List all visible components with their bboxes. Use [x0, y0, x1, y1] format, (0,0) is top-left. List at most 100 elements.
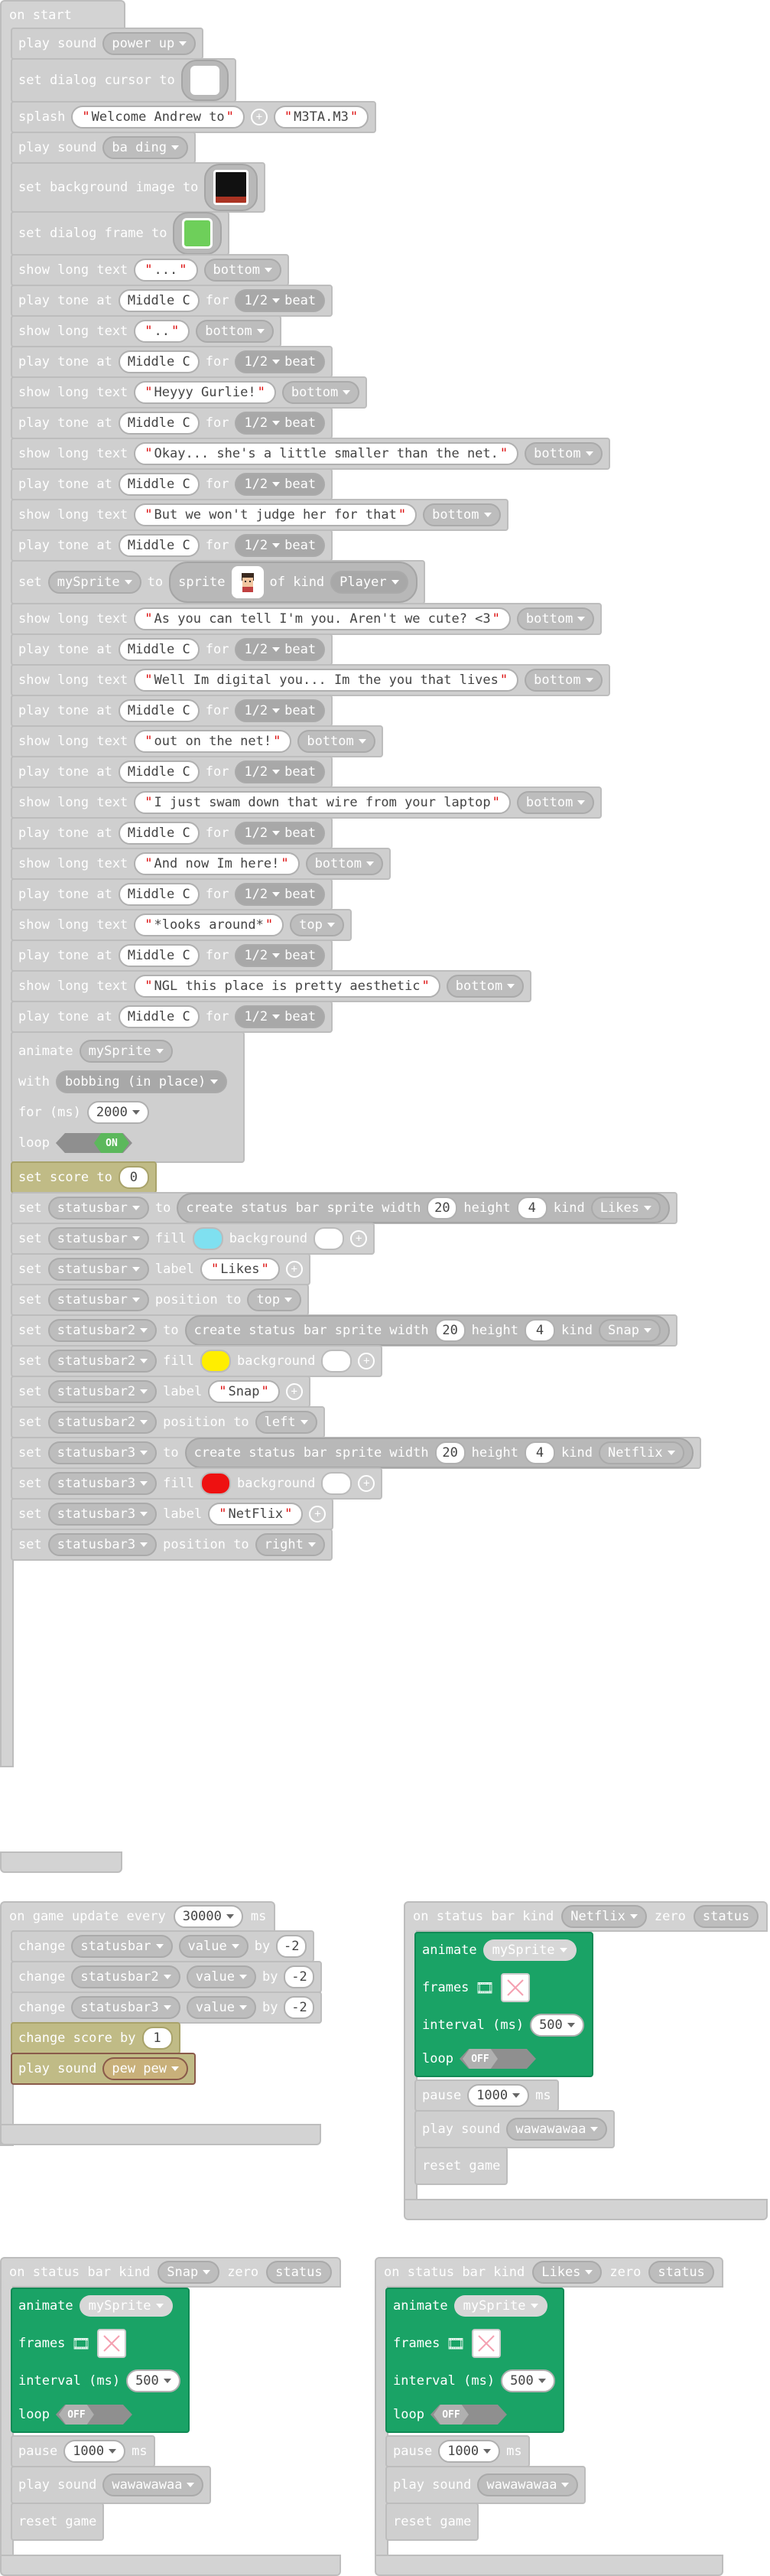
pause-block[interactable]: pause 1000 ms — [11, 2435, 155, 2467]
status-bar-zero-event[interactable]: on status bar kind Netflix zero status — [404, 1901, 768, 1932]
on-start-event[interactable]: on start — [0, 0, 125, 31]
game-update-hat[interactable]: on game update every 30000 ms — [0, 1901, 276, 1932]
animate-frames-block[interactable]: animate mySprite frames 🎞 interval (ms) 50… — [385, 2288, 564, 2433]
beat-dropdown[interactable]: 1/2 beat — [235, 638, 326, 661]
splash-text-2[interactable]: " M3TA.M3 " — [273, 106, 369, 129]
variable-dropdown[interactable]: statusbar2 — [47, 1411, 158, 1434]
position-dropdown[interactable]: bottom — [525, 669, 603, 692]
animate-block[interactable]: animate mySprite with bobbing (in place)… — [11, 1031, 245, 1163]
show-long-text-block[interactable]: show long text " out on the net! " bottom — [11, 725, 383, 757]
position-dropdown[interactable]: bottom — [281, 381, 360, 404]
animate-frames-block[interactable]: animate mySprite frames 🎞 interval (ms) 50… — [414, 1932, 593, 2077]
show-long-text-block[interactable]: show long text " But we won't judge her f… — [11, 499, 508, 531]
sound-dropdown[interactable]: power up — [102, 32, 197, 55]
note-value[interactable]: Middle C — [118, 944, 200, 967]
variable-dropdown[interactable]: statusbar3 — [47, 1533, 158, 1556]
position-dropdown[interactable]: right — [255, 1533, 325, 1556]
long-text-value[interactable]: " Heyyy Gurlie! " — [134, 381, 276, 404]
field-dropdown[interactable]: value — [178, 1935, 249, 1958]
long-text-value[interactable]: " I just swam down that wire from your la… — [134, 791, 511, 814]
status-bar-zero-event[interactable]: on status bar kind Snap zero status — [0, 2257, 341, 2288]
add-icon[interactable]: + — [250, 109, 268, 125]
status-bar-label-block[interactable]: set statusbar2 label " Snap " + — [11, 1376, 310, 1408]
play-tone-block[interactable]: play tone at Middle C for 1/2 beat — [11, 468, 333, 500]
play-tone-block[interactable]: play tone at Middle C for 1/2 beat — [11, 1001, 333, 1033]
position-dropdown[interactable]: bottom — [516, 791, 595, 814]
play-sound-block[interactable]: play sound wawawawaa — [11, 2466, 212, 2504]
beat-dropdown[interactable]: 1/2 beat — [235, 944, 326, 967]
add-icon[interactable]: + — [350, 1230, 368, 1247]
variable-dropdown[interactable]: statusbar2 — [47, 1319, 158, 1342]
play-tone-block[interactable]: play tone at Middle C for 1/2 beat — [11, 529, 333, 562]
sprite-dropdown[interactable]: mySprite — [79, 1040, 173, 1063]
play-tone-block[interactable]: play tone at Middle C for 1/2 beat — [11, 633, 333, 666]
pause-dropdown[interactable]: 1000 — [63, 2440, 126, 2463]
width-value[interactable]: 20 — [434, 1441, 466, 1464]
sound-dropdown[interactable]: ba ding — [102, 136, 189, 159]
note-value[interactable]: Middle C — [118, 350, 200, 373]
kind-dropdown[interactable]: Likes — [590, 1197, 661, 1220]
beat-dropdown[interactable]: 1/2 beat — [235, 1005, 326, 1028]
status-bar-position-block[interactable]: set statusbar2 position to left — [11, 1406, 325, 1438]
interval-dropdown[interactable]: 30000 — [173, 1905, 243, 1928]
variable-dropdown[interactable]: statusbar — [47, 1227, 149, 1250]
height-value[interactable]: 4 — [525, 1441, 556, 1464]
long-text-value[interactable]: " *looks around* " — [134, 913, 284, 936]
position-dropdown[interactable]: bottom — [516, 607, 595, 630]
amount-value[interactable]: -2 — [276, 1935, 307, 1958]
variable-dropdown[interactable]: statusbar — [71, 1935, 173, 1958]
beat-dropdown[interactable]: 1/2 beat — [235, 822, 326, 845]
note-value[interactable]: Middle C — [118, 534, 200, 557]
status-variable[interactable]: status — [693, 1905, 759, 1928]
set-dialog-frame-block[interactable]: set dialog frame to — [11, 211, 230, 256]
play-tone-block[interactable]: play tone at Middle C for 1/2 beat — [11, 817, 333, 849]
status-variable[interactable]: status — [648, 2261, 714, 2284]
sprite-dropdown[interactable]: mySprite — [79, 2295, 173, 2317]
variable-dropdown[interactable]: mySprite — [47, 571, 141, 594]
long-text-value[interactable]: " out on the net! " — [134, 730, 292, 753]
width-value[interactable]: 20 — [427, 1197, 458, 1220]
amount-value[interactable]: -2 — [284, 1965, 315, 1988]
show-long-text-block[interactable]: show long text " Heyyy Gurlie! " bottom — [11, 376, 368, 409]
create-status-bar-reporter[interactable]: create status bar sprite width 20 height… — [177, 1193, 670, 1223]
on-start-hat[interactable]: on start — [0, 0, 125, 31]
note-value[interactable]: Middle C — [118, 760, 200, 783]
play-tone-block[interactable]: play tone at Middle C for 1/2 beat — [11, 407, 333, 439]
note-value[interactable]: Middle C — [118, 638, 200, 661]
add-icon[interactable]: + — [309, 1506, 327, 1522]
background-color-swatch[interactable] — [321, 1472, 353, 1495]
create-status-bar-block[interactable]: set statusbar2 to create status bar spri… — [11, 1314, 677, 1347]
pause-dropdown[interactable]: 1000 — [467, 2084, 530, 2107]
image-picker[interactable] — [204, 164, 258, 211]
variable-dropdown[interactable]: statusbar3 — [71, 1996, 180, 2019]
sound-dropdown[interactable]: pew pew — [102, 2057, 189, 2080]
long-text-value[interactable]: " As you can tell I'm you. Aren't we cute… — [134, 607, 511, 630]
image-picker[interactable] — [180, 60, 229, 101]
long-text-value[interactable]: ".. " — [134, 320, 190, 343]
play-sound-block[interactable]: play sound wawawawaa — [414, 2110, 616, 2148]
note-value[interactable]: Middle C — [118, 289, 200, 312]
position-dropdown[interactable]: bottom — [446, 975, 525, 998]
show-long-text-block[interactable]: show long text " Okay... she's a little s… — [11, 438, 610, 470]
sprite-dropdown[interactable]: mySprite — [453, 2295, 547, 2317]
sound-dropdown[interactable]: wawawawaa — [102, 2473, 204, 2496]
reset-game-block[interactable]: reset game — [385, 2503, 479, 2541]
variable-dropdown[interactable]: statusbar2 — [71, 1965, 180, 1988]
status-bar-zero-event[interactable]: on status bar kind Likes zero status — [375, 2257, 723, 2288]
amount-value[interactable]: -2 — [284, 1996, 315, 2019]
note-value[interactable]: Middle C — [118, 699, 200, 722]
set-sprite-block[interactable]: set mySprite to sprite of kind Player — [11, 560, 425, 604]
long-text-value[interactable]: " But we won't judge her for that " — [134, 503, 417, 526]
kind-dropdown[interactable]: Netflix — [598, 1441, 684, 1464]
label-text[interactable]: " NetFlix " — [208, 1503, 304, 1526]
show-long-text-block[interactable]: show long text " Well Im digital you... I… — [11, 664, 610, 696]
frames-image-picker[interactable] — [96, 2329, 126, 2358]
play-tone-block[interactable]: play tone at Middle C for 1/2 beat — [11, 695, 333, 727]
interval-dropdown[interactable]: 500 — [126, 2369, 180, 2392]
variable-dropdown[interactable]: statusbar — [47, 1258, 149, 1281]
beat-dropdown[interactable]: 1/2 beat — [235, 534, 326, 557]
fill-color-swatch[interactable] — [192, 1227, 223, 1250]
duration-dropdown[interactable]: 2000 — [86, 1101, 149, 1124]
status-bar-zero-hat[interactable]: on status bar kind Netflix zero status — [404, 1901, 768, 1932]
fill-color-swatch[interactable] — [200, 1472, 232, 1495]
